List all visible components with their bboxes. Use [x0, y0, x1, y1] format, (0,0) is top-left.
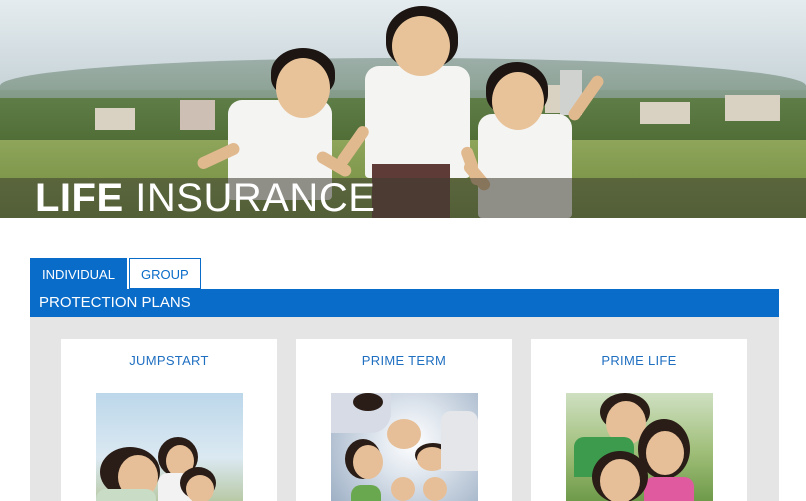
hero-building — [95, 108, 135, 130]
plan-type-tabs: INDIVIDUAL GROUP — [30, 258, 201, 289]
hero-building — [180, 100, 215, 130]
plan-card-image — [331, 393, 478, 501]
page-title: LIFE INSURANCE — [35, 176, 375, 218]
plan-card-jumpstart[interactable]: JUMPSTART — [61, 339, 277, 501]
page-title-bold: LIFE — [35, 176, 124, 218]
tab-group[interactable]: GROUP — [128, 258, 201, 289]
plan-card-title[interactable]: PRIME LIFE — [531, 353, 747, 368]
plan-card-prime-term[interactable]: PRIME TERM — [296, 339, 512, 501]
plan-card-prime-life[interactable]: PRIME LIFE — [531, 339, 747, 501]
page-title-light: INSURANCE — [135, 176, 376, 218]
plan-card-title[interactable]: PRIME TERM — [296, 353, 512, 368]
plan-card-title[interactable]: JUMPSTART — [61, 353, 277, 368]
hero-building — [640, 102, 690, 124]
tab-individual[interactable]: INDIVIDUAL — [30, 258, 127, 289]
section-header: PROTECTION PLANS — [30, 289, 779, 317]
hero-building — [725, 95, 780, 121]
hero-banner: LIFE INSURANCE — [0, 0, 806, 218]
plan-card-image — [96, 393, 243, 501]
plan-card-image — [566, 393, 713, 501]
